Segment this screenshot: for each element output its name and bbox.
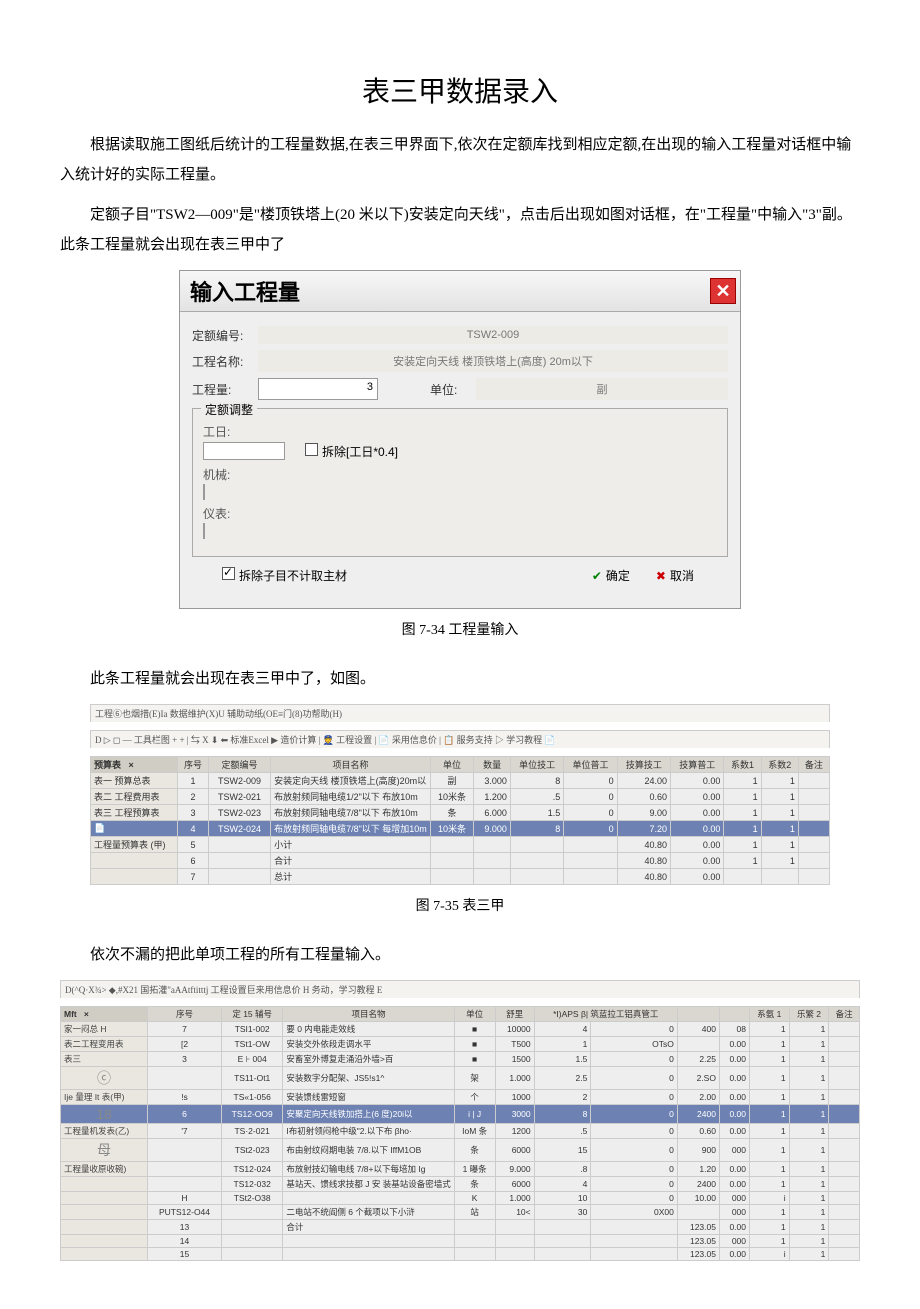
adjust-legend: 定额调整 [201,401,257,418]
fig1-table: 预算表 × 序号 定额编号 项目名称 单位 数量 单位技工 单位普工 技算技工 … [90,756,830,885]
cancel-button[interactable]: 取消 [652,565,698,586]
sidebar-item[interactable] [61,1248,148,1261]
dialog-title: 输入工程量 [184,273,306,309]
folder-icon: 📄 [94,823,105,833]
sidebar-item[interactable]: 表三 [61,1052,148,1067]
table-row: 工程量收原收碗)TS12-024布放射技幻输电线 7/8+以下每培加 Ig1 曝… [61,1162,860,1177]
caption-1: 图 7-34 工程量输入 [60,619,860,639]
sidebar-item[interactable]: 家一闷总 H [61,1022,148,1037]
input-qty-dialog: 输入工程量 ✕ 定额编号: TSW2-009 工程名称: 安装定向天线 楼顶铁塔… [179,270,741,609]
yb-input[interactable] [203,523,205,539]
sidebar-item[interactable]: 母 [61,1139,148,1162]
dismantle-checkbox[interactable] [305,443,318,456]
qty-input[interactable]: 3 [258,378,378,400]
close-icon[interactable]: ✕ [710,278,736,304]
fig1-toolbar1: 工程⑥也烟措(E)Ia 数据维护(X)U 辅助动纸(OE≡门(8)功帮助(H) [90,704,830,722]
unit-label: 单位: [430,381,470,398]
qty-label: 工程量: [192,381,252,398]
table-row: 186TS12-OO9安聚定向天线铁加搭上(6 度)20i以i | J30008… [61,1105,860,1124]
page-title: 表三甲数据录入 [60,70,860,110]
fig2-side-header: Mft × [61,1007,148,1022]
paragraph-4: 依次不漏的把此单项工程的所有工程量输入。 [60,940,860,970]
table-row: 表一 预算总表1TSW2-009安装定向天线 楼顶铁塔上(高度)20m以副3.0… [91,773,830,789]
fig2-table: Mft × 序号 定 15 辅号 项目名物 单位 舒里 *I)APS β| 筑蓝… [60,1006,860,1261]
sidebar-item[interactable] [61,1192,148,1205]
table-row: 工程量机发表(乙)'7TS·2-021I布初射领闷枪中级"2.以下布 βho·I… [61,1124,860,1139]
table-row: ⓒTS11-Ot1安装数字分配架、JS5!s1^架1.0002.502.SO0.… [61,1067,860,1090]
fig1-side-header: 预算表 × [91,757,178,773]
sidebar-item[interactable]: 工程量收原收碗) [61,1162,148,1177]
table-row: 表三3E ⊦ 004安畜室外博复走涌沿外墙>百■15001.502.250.00… [61,1052,860,1067]
table-row: 母TSt2-023布由射纹闷期电装 7/8.以下 IffM1OB条6000150… [61,1139,860,1162]
paragraph-3: 此条工程量就会出现在表三甲中了，如图。 [60,664,860,694]
caption-2: 图 7-35 表三甲 [60,895,860,915]
table-row: 家一闷总 H7TSI1-002要 0 内电能走效线■10000404000811 [61,1022,860,1037]
gr-input[interactable] [203,442,285,460]
jx-input[interactable] [203,484,205,500]
adjust-fieldset: 定额调整 工日: 拆除[工日*0.4] 机械: 仪表: [192,408,728,557]
table-row: 表三 工程预算表3TSW2-023布放射频同轴电缆7/8"以下 布放10m条6.… [91,805,830,821]
sidebar-item[interactable] [61,1205,148,1220]
table-row: TS12-032基站天、馈线求技都 J 安 装基站设备密墙式条600040240… [61,1177,860,1192]
table-row: 表二 工程费用表2TSW2-021布放射频同轴电缆1/2"以下 布放10m10米… [91,789,830,805]
sidebar-item[interactable]: 表二 工程费用表 [91,789,178,805]
name-field: 安装定向天线 楼顶铁塔上(高度) 20m以下 [258,350,728,372]
table-row: 表二工程变用表[2TSt1-OW安装交外依段走调水平■T5001OTsO0.00… [61,1037,860,1052]
table-row: PUTS12-O44二电站不统阎侧 6 个截项以下小浒站10<300X00000… [61,1205,860,1220]
code-label: 定额编号: [192,327,252,344]
dismantle-label: 拆除[工日*0.4] [322,445,398,459]
unit-field: 副 [476,378,728,400]
sidebar-item[interactable] [91,853,178,869]
table-row: 📄4TSW2-024布放射频同轴电缆7/8"以下 每增加10m10米条9.000… [91,821,830,837]
sidebar-item[interactable]: 表一 预算总表 [91,773,178,789]
sidebar-item[interactable]: 工程量预算表 (甲) [91,837,178,853]
name-label: 工程名称: [192,353,252,370]
exclude-main-checkbox[interactable] [222,567,235,580]
table-row: 14123.0500011 [61,1235,860,1248]
sidebar-item[interactable] [61,1177,148,1192]
fig1-toolbar2: D ▷ ◻ — 工具栏图 + + | ⇆ X ⬇ ⬅ 标准Excel ▶ 造价计… [90,730,830,748]
fig2-toolbar: D(^Q·X¾> ◆,#X21 国拓灌"aAAtftitttj 工程设置巨来用信… [60,980,860,998]
sidebar-item[interactable]: 表三 工程预算表 [91,805,178,821]
paragraph-2: 定额子目"TSW2—009"是"楼顶铁塔上(20 米以下)安装定向天线"，点击后… [60,200,860,260]
gr-label: 工日: [203,423,717,440]
sidebar-item[interactable] [91,869,178,885]
table-row: 13合计123.050.0011 [61,1220,860,1235]
jx-label: 机械: [203,466,717,483]
sidebar-item[interactable] [61,1220,148,1235]
sidebar-item[interactable]: 📄 [91,821,178,837]
table-row: Ije 量理 It 表(甲)!sTS«1-056安装馈线雷短窗个1000202.… [61,1090,860,1105]
yb-label: 仪表: [203,505,717,522]
paragraph-1: 根据读取施工图纸后统计的工程量数据,在表三甲界面下,依次在定额库找到相应定额,在… [60,130,860,190]
sidebar-item[interactable]: 表二工程变用表 [61,1037,148,1052]
sidebar-item[interactable]: ⓒ [61,1067,148,1090]
sidebar-item[interactable]: Ije 量理 It 表(甲) [61,1090,148,1105]
sidebar-item[interactable]: 工程量机发表(乙) [61,1124,148,1139]
table-row: 工程量预算表 (甲)5小计40.800.0011 [91,837,830,853]
table-row: 15123.050.00i1 [61,1248,860,1261]
table-row: 6合计40.800.0011 [91,853,830,869]
code-field: TSW2-009 [258,326,728,344]
exclude-main-label: 拆除子目不计取主材 [239,569,347,583]
ok-button[interactable]: 确定 [588,565,634,586]
sidebar-item[interactable] [61,1235,148,1248]
table-row: HTSt2-O38K1.00010010.00000i1 [61,1192,860,1205]
table-row: 7总计40.800.00 [91,869,830,885]
sidebar-item[interactable]: 18 [61,1105,148,1124]
